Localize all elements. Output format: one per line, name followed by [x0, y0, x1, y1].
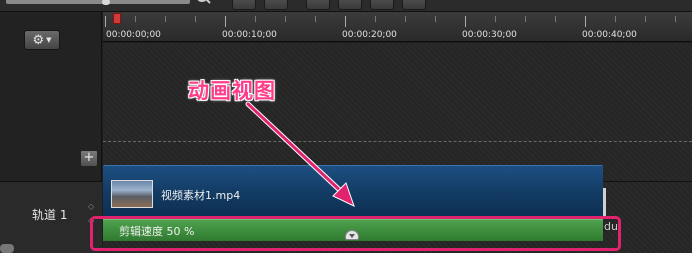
ruler-tick — [645, 16, 646, 22]
ruler-tick — [405, 16, 406, 22]
ruler-tick — [195, 16, 196, 22]
ruler-tick — [285, 16, 286, 22]
ruler-tick — [105, 16, 106, 27]
ruler-tick — [585, 16, 586, 27]
ruler-tick — [255, 16, 256, 22]
ruler-tick — [435, 16, 436, 22]
ruler-tick — [165, 16, 166, 22]
zoom-slider[interactable] — [6, 0, 190, 5]
ruler-tick-label: 00:00:20;00 — [342, 30, 397, 40]
ruler-tick — [135, 16, 136, 22]
paste-icon[interactable] — [402, 0, 426, 10]
split-icon[interactable] — [338, 0, 362, 10]
ruler-tick — [315, 16, 316, 22]
ruler-tick-label: 00:00:00;00 — [106, 30, 161, 40]
media-clip[interactable]: 视频素材1.mp4 — [103, 165, 603, 218]
ruler-tick — [465, 16, 466, 27]
ruler-tick — [225, 16, 226, 27]
redo-icon[interactable] — [264, 0, 288, 10]
ruler-tick — [525, 16, 526, 22]
annotation-label: 动画视图 — [188, 79, 276, 103]
clip-end-handle[interactable] — [603, 188, 606, 216]
gear-icon: ⚙ — [32, 32, 45, 48]
zoom-slider-thumb[interactable] — [102, 0, 110, 5]
ruler-tick-label: 00:00:10;00 — [222, 30, 277, 40]
ruler-tick — [675, 16, 676, 22]
search-icon[interactable] — [194, 0, 214, 10]
ruler-tick — [375, 16, 376, 22]
track-header[interactable]: 轨道 1 ◇ ◇ — [0, 181, 102, 253]
time-ruler[interactable]: 00:00:00;00 00:00:10;00 00:00:20;00 00:0… — [103, 12, 692, 42]
clip-thumbnail — [111, 180, 153, 208]
timeline-settings-button[interactable]: ⚙ ▼ — [24, 30, 60, 50]
track-divider — [103, 141, 692, 142]
track-label: 轨道 1 — [32, 208, 68, 222]
undo-icon[interactable] — [232, 0, 256, 10]
add-track-button[interactable]: + — [80, 150, 98, 167]
ruler-tick-label: 00:00:30;00 — [462, 30, 517, 40]
top-toolbar — [0, 0, 692, 12]
ruler-tick — [555, 16, 556, 22]
playhead[interactable] — [113, 13, 121, 24]
lock-icon[interactable]: ◇ — [88, 202, 94, 211]
cut-icon[interactable] — [306, 0, 330, 10]
annotation-highlight-box — [90, 216, 621, 251]
horizontal-scrollbar[interactable] — [0, 244, 14, 253]
ruler-tick-label: 00:00:40;00 — [582, 30, 637, 40]
chevron-down-icon: ▼ — [46, 36, 52, 44]
ruler-tick — [615, 16, 616, 22]
copy-icon[interactable] — [370, 0, 394, 10]
track-panel: ⚙ ▼ + 轨道 1 ◇ ◇ — [0, 12, 102, 253]
clip-title: 视频素材1.mp4 — [161, 189, 241, 202]
ruler-tick — [495, 16, 496, 22]
ruler-tick — [345, 16, 346, 27]
